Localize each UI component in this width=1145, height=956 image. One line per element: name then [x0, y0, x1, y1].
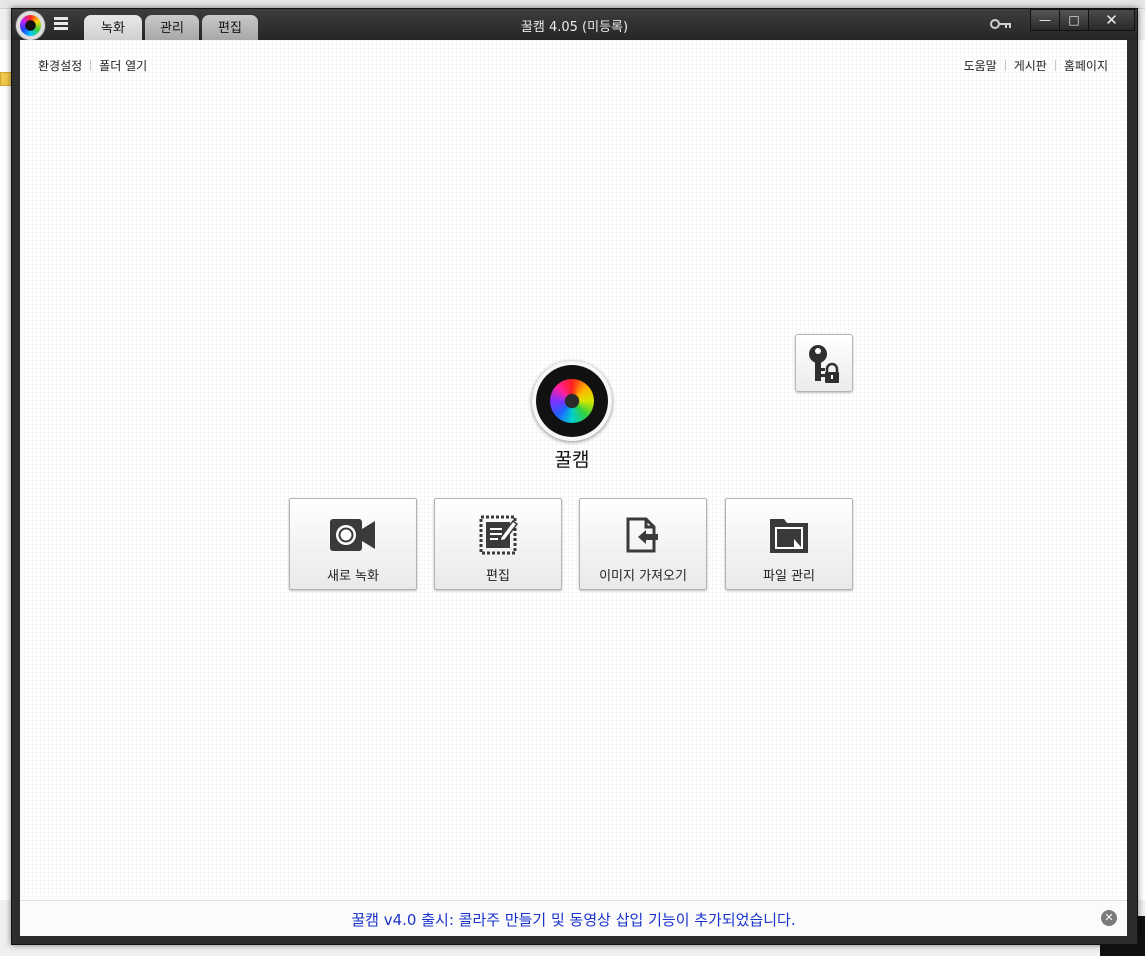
- key-lock-icon: [809, 345, 839, 383]
- maximize-button[interactable]: □: [1059, 9, 1089, 31]
- edit-button[interactable]: 편집: [434, 498, 562, 590]
- link-divider: [1004, 60, 1006, 71]
- import-image-label: 이미지 가져오기: [599, 569, 687, 584]
- link-divider: [90, 60, 92, 71]
- main-content: 환경설정 폴더 열기 도움말 게시판 홈페이지 꿀캠 새로 녹화 편집 이미지 …: [20, 40, 1127, 900]
- settings-link[interactable]: 환경설정: [38, 57, 82, 74]
- notice-text[interactable]: 꿀캠 v4.0 출시: 콜라주 만들기 및 동영상 삽입 기능이 추가되었습니다…: [20, 909, 1127, 930]
- notice-close-icon[interactable]: ✕: [1101, 910, 1117, 926]
- homepage-link[interactable]: 홈페이지: [1064, 57, 1108, 74]
- key-icon[interactable]: [990, 18, 1012, 30]
- new-recording-label: 새로 녹화: [327, 569, 379, 584]
- top-links-left: 환경설정 폴더 열기: [38, 57, 147, 74]
- window-controls: — □ ✕: [1030, 9, 1135, 31]
- app-name-label: 꿀캠: [554, 449, 590, 471]
- window-title: 꿀캠 4.05 (미등록): [520, 20, 629, 35]
- help-link[interactable]: 도움말: [964, 57, 997, 74]
- board-link[interactable]: 게시판: [1014, 57, 1047, 74]
- edit-label: 편집: [486, 569, 510, 584]
- app-window: 녹화 관리 편집 꿀캠 4.05 (미등록) — □ ✕ 환경설정 폴더 열기 …: [11, 8, 1138, 945]
- minimize-button[interactable]: —: [1030, 9, 1060, 31]
- open-folder-link[interactable]: 폴더 열기: [99, 57, 147, 74]
- notice-bar: 꿀캠 v4.0 출시: 콜라주 만들기 및 동영상 삽입 기능이 추가되었습니다…: [20, 900, 1127, 936]
- license-key-button[interactable]: [795, 334, 853, 392]
- title-bar[interactable]: 녹화 관리 편집 꿀캠 4.05 (미등록) — □ ✕: [12, 9, 1137, 40]
- close-button[interactable]: ✕: [1088, 9, 1135, 31]
- edit-icon: [479, 515, 519, 555]
- app-center-logo-icon: [532, 361, 612, 441]
- file-manage-label: 파일 관리: [763, 569, 815, 584]
- folder-icon: [770, 519, 808, 553]
- link-divider: [1054, 60, 1056, 71]
- video-camera-icon: [330, 519, 375, 551]
- file-manage-button[interactable]: 파일 관리: [725, 498, 853, 590]
- import-image-button[interactable]: 이미지 가져오기: [579, 498, 707, 590]
- import-image-icon: [626, 517, 658, 553]
- top-links-right: 도움말 게시판 홈페이지: [964, 57, 1108, 74]
- new-recording-button[interactable]: 새로 녹화: [289, 498, 417, 590]
